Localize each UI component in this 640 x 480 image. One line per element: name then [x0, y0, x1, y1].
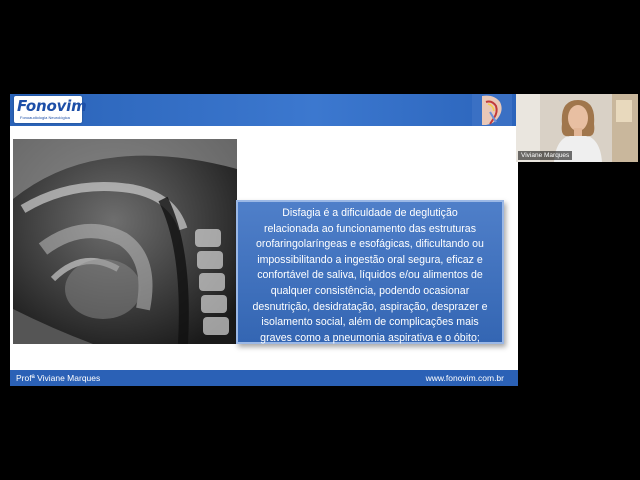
logo-subtitle: Fonoaudiologia Neurológica — [20, 115, 70, 120]
participant-video-tile[interactable]: Viviane Marques — [516, 94, 638, 162]
body-line: qualquer consistência, podendo ocasionar — [270, 284, 470, 297]
disfagia-definition-box: Disfagia é a dificuldade de deglutição r… — [236, 200, 504, 344]
body-line: relacionada ao funcionamento das estrutu… — [263, 222, 476, 235]
body-line: desnutrição, desidratação, aspiração, de… — [252, 300, 488, 313]
body-line: impossibilitando a ingestão oral segura,… — [257, 253, 483, 266]
participant-name-label: Viviane Marques — [518, 151, 573, 160]
throat-anatomy-icon — [472, 94, 512, 126]
body-line: Disfagia é a dificuldade de deglutição — [282, 207, 458, 219]
body-line: graves como a pneumonia aspirativa e o ó… — [260, 331, 480, 344]
body-line: isolamento social, além de complicações … — [261, 316, 479, 329]
presenter-credit: Profª Viviane Marques — [16, 373, 101, 383]
xray-image — [13, 139, 237, 344]
body-line: orofaringolaríngeas e esofágicas, dificu… — [256, 238, 484, 251]
logo-text: Fonovim — [17, 97, 87, 115]
presentation-slide: Fonovim Fonoaudiologia Neurológica Disfa… — [10, 94, 518, 386]
website-link[interactable]: www.fonovim.com.br — [426, 373, 504, 383]
body-line: confortável de saliva, líquidos e/ou ali… — [257, 269, 483, 282]
slide-footer-bar: Profª Viviane Marques www.fonovim.com.br — [10, 370, 518, 386]
slide-header-bar: Fonovim Fonoaudiologia Neurológica — [10, 94, 518, 126]
fonovim-logo: Fonovim Fonoaudiologia Neurológica — [14, 96, 87, 123]
